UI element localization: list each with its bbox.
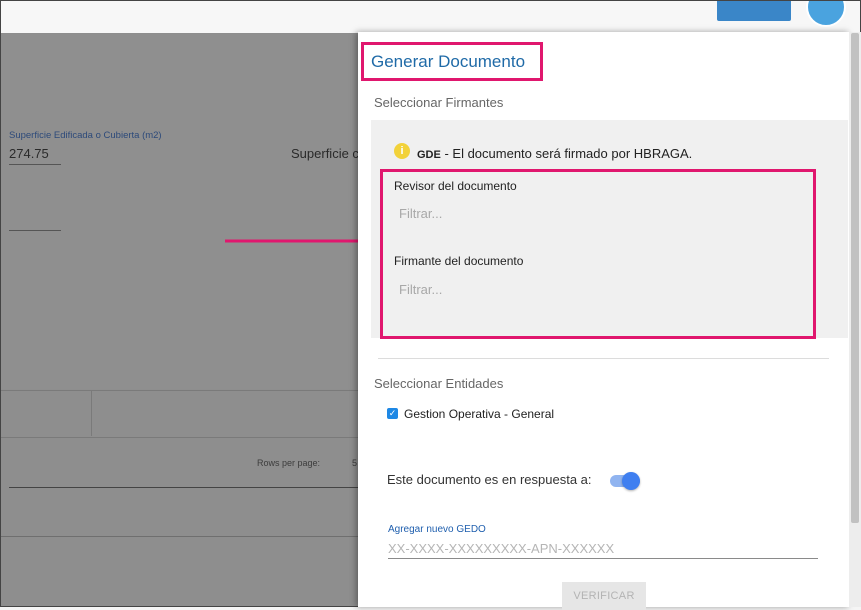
section-firmantes-heading: Seleccionar Firmantes <box>374 95 504 110</box>
field-underline <box>9 230 61 231</box>
verificar-button[interactable]: VERIFICAR <box>562 582 646 610</box>
table-divider <box>1 536 362 537</box>
top-action-button <box>717 1 791 21</box>
gde-notice-text: - El documento será firmado por HBRAGA. <box>440 146 693 161</box>
rows-per-page-label: Rows per page: <box>257 458 321 468</box>
section-entidades-heading: Seleccionar Entidades <box>374 376 504 391</box>
entidad-checkbox-label[interactable]: Gestion Operativa - General <box>404 407 554 421</box>
table-column-divider <box>91 390 92 436</box>
info-icon: i <box>394 143 410 159</box>
rows-per-page-select: 5 <box>352 458 358 468</box>
gde-notice: GDE - El documento será firmado por HBRA… <box>417 146 692 161</box>
field-underline <box>9 164 61 165</box>
superficie-field-label: Superficie Edificada o Cubierta (m2) <box>9 130 162 141</box>
entidad-checkbox[interactable]: ✓ <box>387 408 398 419</box>
superficie-field-value: 274.75 <box>9 146 49 161</box>
table-divider <box>9 487 362 488</box>
respuesta-label: Este documento es en respuesta a: <box>387 472 592 487</box>
dialog-scrollbar-thumb[interactable] <box>851 33 859 523</box>
gde-prefix: GDE <box>417 149 441 161</box>
respuesta-toggle-knob[interactable] <box>622 472 640 490</box>
table-header-row <box>1 390 362 438</box>
background-card <box>1 34 362 389</box>
gedo-field-label: Agregar nuevo GEDO <box>388 524 486 535</box>
dialog-title: Generar Documento <box>371 52 526 71</box>
firmantes-highlight-box <box>380 169 816 339</box>
superficie-field2-label: Superficie c <box>291 146 359 161</box>
gedo-input[interactable] <box>388 538 818 559</box>
section-divider <box>378 358 829 359</box>
